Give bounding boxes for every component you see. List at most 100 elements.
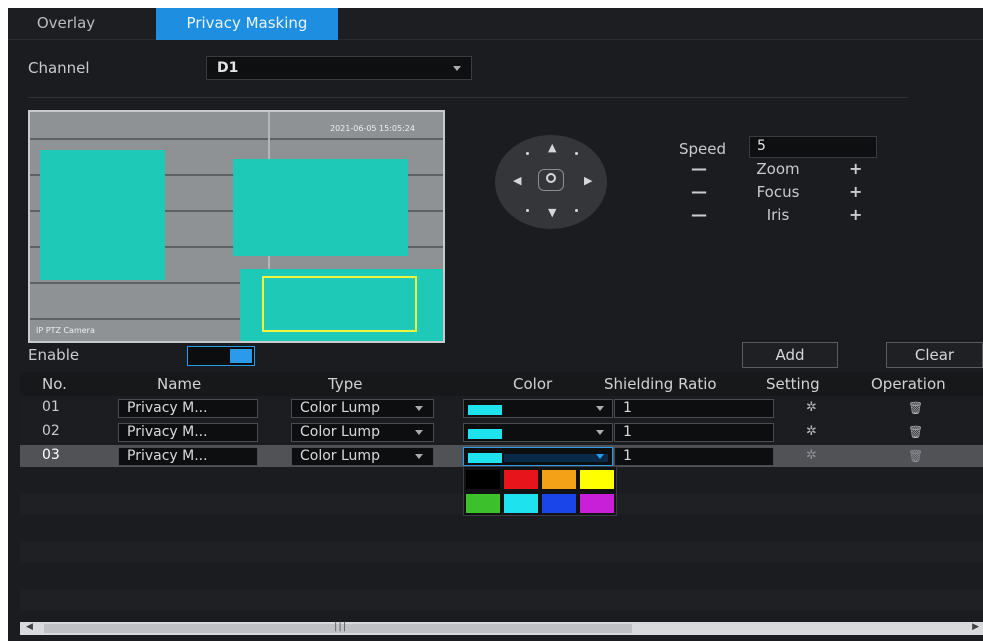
trash-icon[interactable]: 🗑: [908, 425, 923, 439]
row-color-select[interactable]: [463, 447, 613, 466]
chevron-down-icon: [596, 406, 604, 411]
trash-icon[interactable]: 🗑: [908, 401, 923, 415]
chevron-down-icon: [415, 406, 423, 411]
palette-swatch-black[interactable]: [466, 470, 500, 489]
pan-up-icon[interactable]: ▲: [548, 141, 556, 154]
zoom-minus-button[interactable]: —: [691, 159, 707, 178]
palette-swatch-green[interactable]: [466, 494, 500, 513]
palette-swatch-yellow[interactable]: [580, 470, 614, 489]
gear-icon[interactable]: ✲: [806, 448, 817, 463]
speed-input[interactable]: 5: [749, 136, 877, 158]
list-item: [20, 541, 983, 563]
selected-region-outline: [262, 276, 417, 332]
row-no: 03: [42, 447, 60, 463]
row-name-input[interactable]: Privacy M...: [118, 423, 258, 442]
clear-button[interactable]: Clear: [886, 342, 983, 368]
iris-label: Iris: [766, 206, 790, 224]
add-button[interactable]: Add: [742, 342, 838, 368]
enable-toggle[interactable]: [187, 346, 255, 366]
video-timestamp: 2021-06-05 15:05:24: [330, 124, 415, 133]
row-shielding-ratio-input[interactable]: 1: [614, 447, 774, 466]
row-type-value: Color Lump: [300, 400, 380, 416]
col-operation: Operation: [871, 375, 946, 393]
table-row[interactable]: 02 Privacy M... Color Lump 1 ✲ 🗑: [20, 421, 983, 443]
pan-down-right-icon[interactable]: [575, 209, 578, 212]
palette-swatch-orange[interactable]: [542, 470, 576, 489]
row-no: 02: [42, 423, 60, 439]
video-preview[interactable]: 2021-06-05 15:05:24 IP PTZ Camera: [28, 110, 445, 343]
scroll-left-icon[interactable]: ◀: [26, 622, 33, 632]
tab-bar: [8, 8, 983, 40]
pan-up-left-icon[interactable]: [526, 152, 529, 155]
speed-value: 5: [757, 138, 766, 154]
color-swatch: [468, 453, 502, 463]
video-camera-name: IP PTZ Camera: [36, 326, 95, 335]
pan-down-icon[interactable]: ▼: [548, 206, 556, 219]
focus-plus-button[interactable]: +: [849, 182, 862, 201]
chevron-down-icon: [415, 430, 423, 435]
gear-icon[interactable]: ✲: [806, 424, 817, 439]
trash-icon[interactable]: 🗑: [908, 449, 923, 463]
col-color: Color: [513, 375, 553, 393]
iris-minus-button[interactable]: —: [691, 205, 707, 224]
zoom-area-icon[interactable]: [538, 169, 564, 191]
list-item: [20, 565, 983, 587]
iris-plus-button[interactable]: +: [849, 205, 862, 224]
table-row[interactable]: 01 Privacy M... Color Lump 1 ✲ 🗑: [20, 397, 983, 419]
chevron-down-icon: [415, 454, 423, 459]
pan-up-right-icon[interactable]: [575, 152, 578, 155]
pan-down-left-icon[interactable]: [526, 209, 529, 212]
focus-minus-button[interactable]: —: [691, 182, 707, 201]
col-no: No.: [42, 375, 67, 393]
row-type-select[interactable]: Color Lump: [291, 399, 434, 418]
palette-swatch-blue[interactable]: [542, 494, 576, 513]
row-color-select[interactable]: [463, 399, 613, 418]
horizontal-scrollbar[interactable]: ◀ ||| ▶: [20, 621, 983, 635]
scroll-right-icon[interactable]: ▶: [972, 622, 979, 632]
list-item: [20, 517, 983, 539]
palette-swatch-red[interactable]: [504, 470, 538, 489]
pan-left-icon[interactable]: ◀: [513, 174, 521, 187]
chevron-down-icon: [453, 66, 461, 71]
channel-label: Channel: [28, 59, 90, 77]
color-swatch: [468, 405, 502, 415]
privacy-mask-region-3[interactable]: [240, 269, 443, 341]
zoom-label: Zoom: [756, 160, 800, 178]
pan-right-icon[interactable]: ▶: [584, 174, 592, 187]
color-palette-dropdown: [463, 466, 617, 516]
chevron-down-icon: [596, 430, 604, 435]
privacy-mask-region-2[interactable]: [233, 159, 408, 256]
color-swatch: [468, 429, 502, 439]
table-row-selected[interactable]: 03 Privacy M... Color Lump 1 ✲ 🗑: [20, 445, 983, 467]
tab-privacy-masking[interactable]: Privacy Masking: [156, 8, 338, 40]
col-name: Name: [157, 375, 202, 393]
ptz-control[interactable]: ▲ ▼ ◀ ▶: [495, 135, 607, 229]
row-no: 01: [42, 399, 60, 415]
table-header: No. Name Type Color Shielding Ratio Sett…: [20, 372, 983, 396]
row-name-input[interactable]: Privacy M...: [118, 399, 258, 418]
enable-label: Enable: [28, 346, 80, 364]
app-frame: Overlay Privacy Masking Channel D1 2021-…: [8, 0, 983, 641]
privacy-mask-region-1[interactable]: [40, 150, 165, 280]
scrollbar-thumb[interactable]: |||: [44, 621, 632, 633]
channel-select[interactable]: D1: [206, 56, 472, 80]
palette-swatch-cyan[interactable]: [504, 494, 538, 513]
grip-icon: |||: [334, 621, 348, 632]
row-color-select[interactable]: [463, 423, 613, 442]
col-setting: Setting: [766, 375, 820, 393]
row-type-select[interactable]: Color Lump: [291, 423, 434, 442]
row-shielding-ratio-input[interactable]: 1: [614, 423, 774, 442]
tab-overlay[interactable]: Overlay: [26, 8, 106, 40]
divider: [28, 97, 908, 98]
gear-icon[interactable]: ✲: [806, 400, 817, 415]
palette-swatch-purple[interactable]: [580, 494, 614, 513]
row-shielding-ratio-input[interactable]: 1: [614, 399, 774, 418]
list-item: [20, 589, 983, 611]
row-type-value: Color Lump: [300, 448, 380, 464]
row-name-input[interactable]: Privacy M...: [118, 447, 258, 466]
col-type: Type: [328, 375, 363, 393]
row-type-select[interactable]: Color Lump: [291, 447, 434, 466]
zoom-plus-button[interactable]: +: [849, 159, 862, 178]
col-shielding-ratio: Shielding Ratio: [604, 375, 717, 393]
focus-label: Focus: [756, 183, 800, 201]
